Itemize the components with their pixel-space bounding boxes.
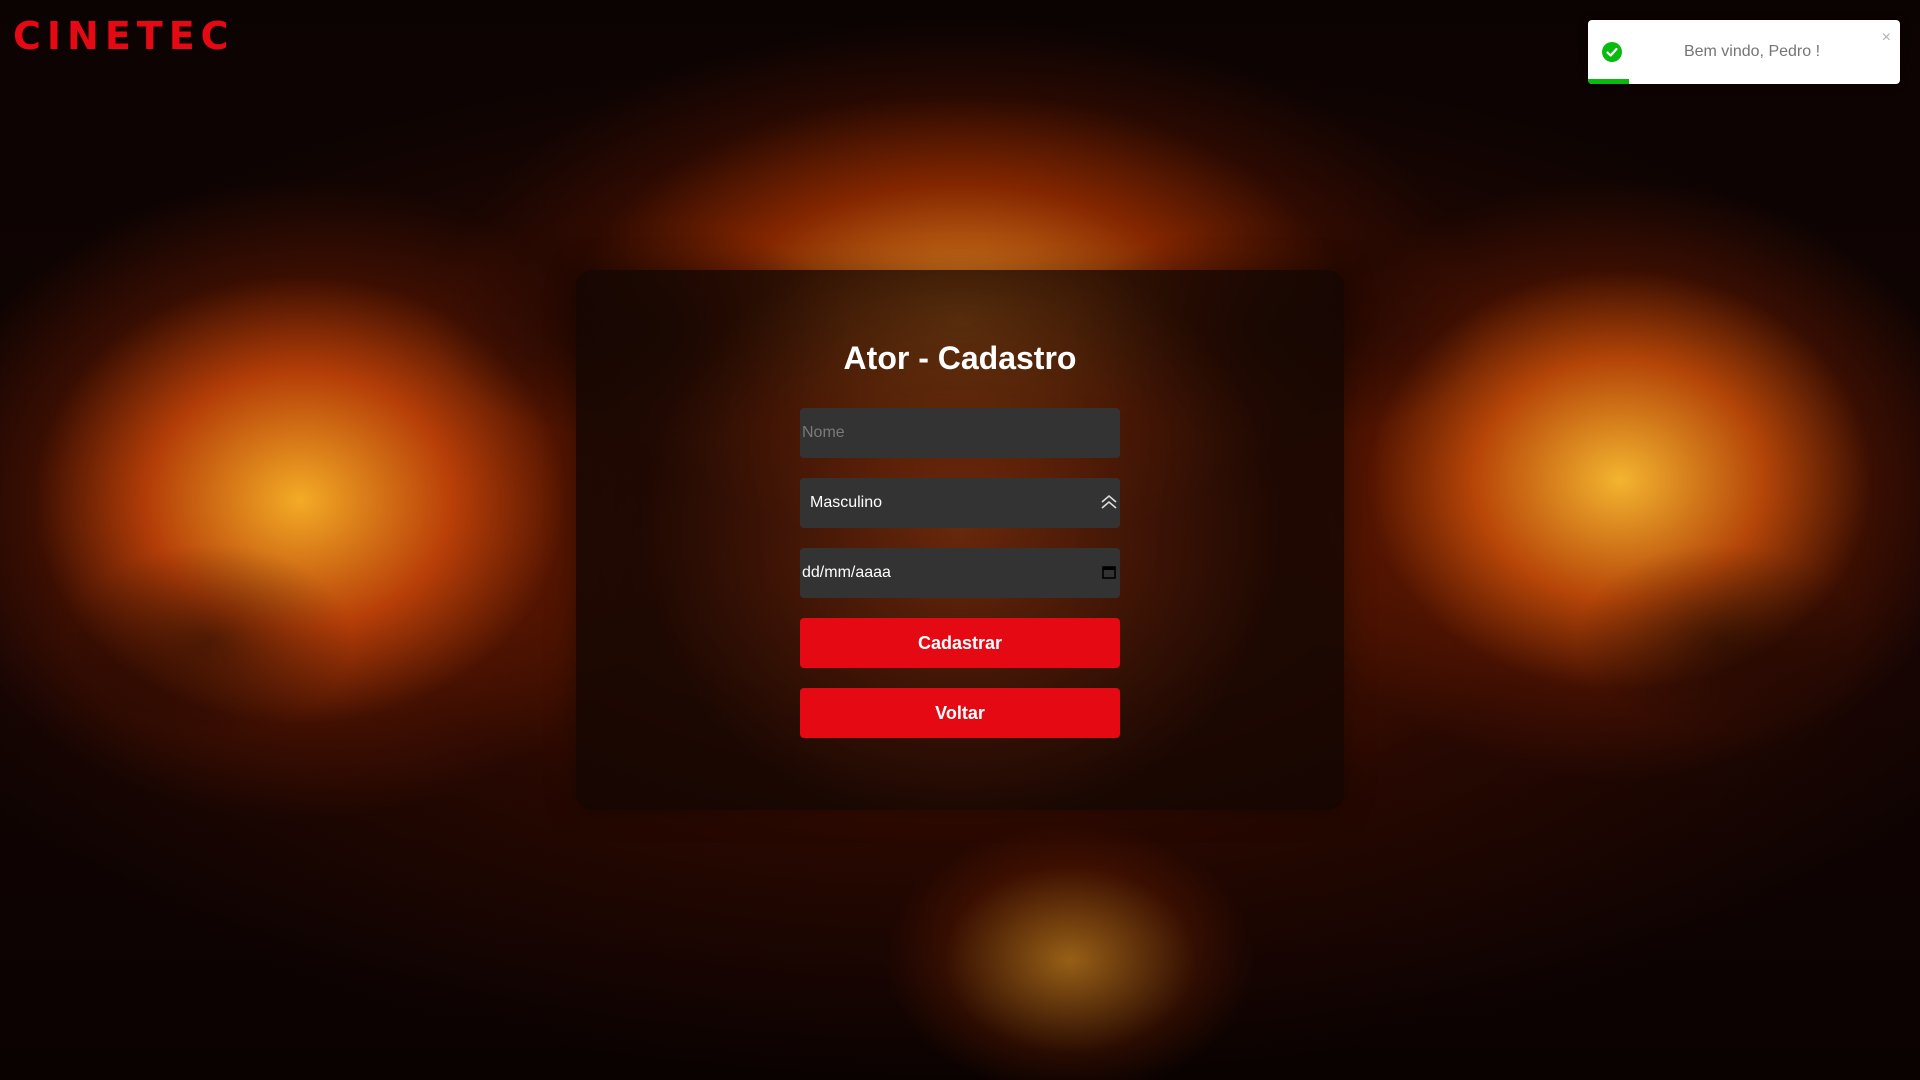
close-icon[interactable]: × [1882,30,1891,46]
register-form-card: Ator - Cadastro Masculino dd/mm/aaaa Cad… [576,270,1344,810]
page-title: Ator - Cadastro [843,340,1077,376]
genero-selected-value: Masculino [810,494,883,511]
toast-progress-bar [1588,79,1629,84]
welcome-toast[interactable]: Bem vindo, Pedro ! × [1588,20,1900,84]
genero-select[interactable]: Masculino [800,478,1120,528]
data-nascimento-input[interactable]: dd/mm/aaaa [800,548,1120,598]
chevron-up-double-icon [1100,493,1118,511]
check-circle-icon [1602,42,1622,62]
nome-input[interactable] [800,408,1120,458]
calendar-icon[interactable] [1102,565,1116,579]
cadastrar-button[interactable]: Cadastrar [800,618,1120,668]
toast-message: Bem vindo, Pedro ! [1683,43,1821,60]
date-value: dd/mm/aaaa [802,564,891,581]
cinetec-logo[interactable]: CINETEC [13,10,235,62]
voltar-button[interactable]: Voltar [800,688,1120,738]
